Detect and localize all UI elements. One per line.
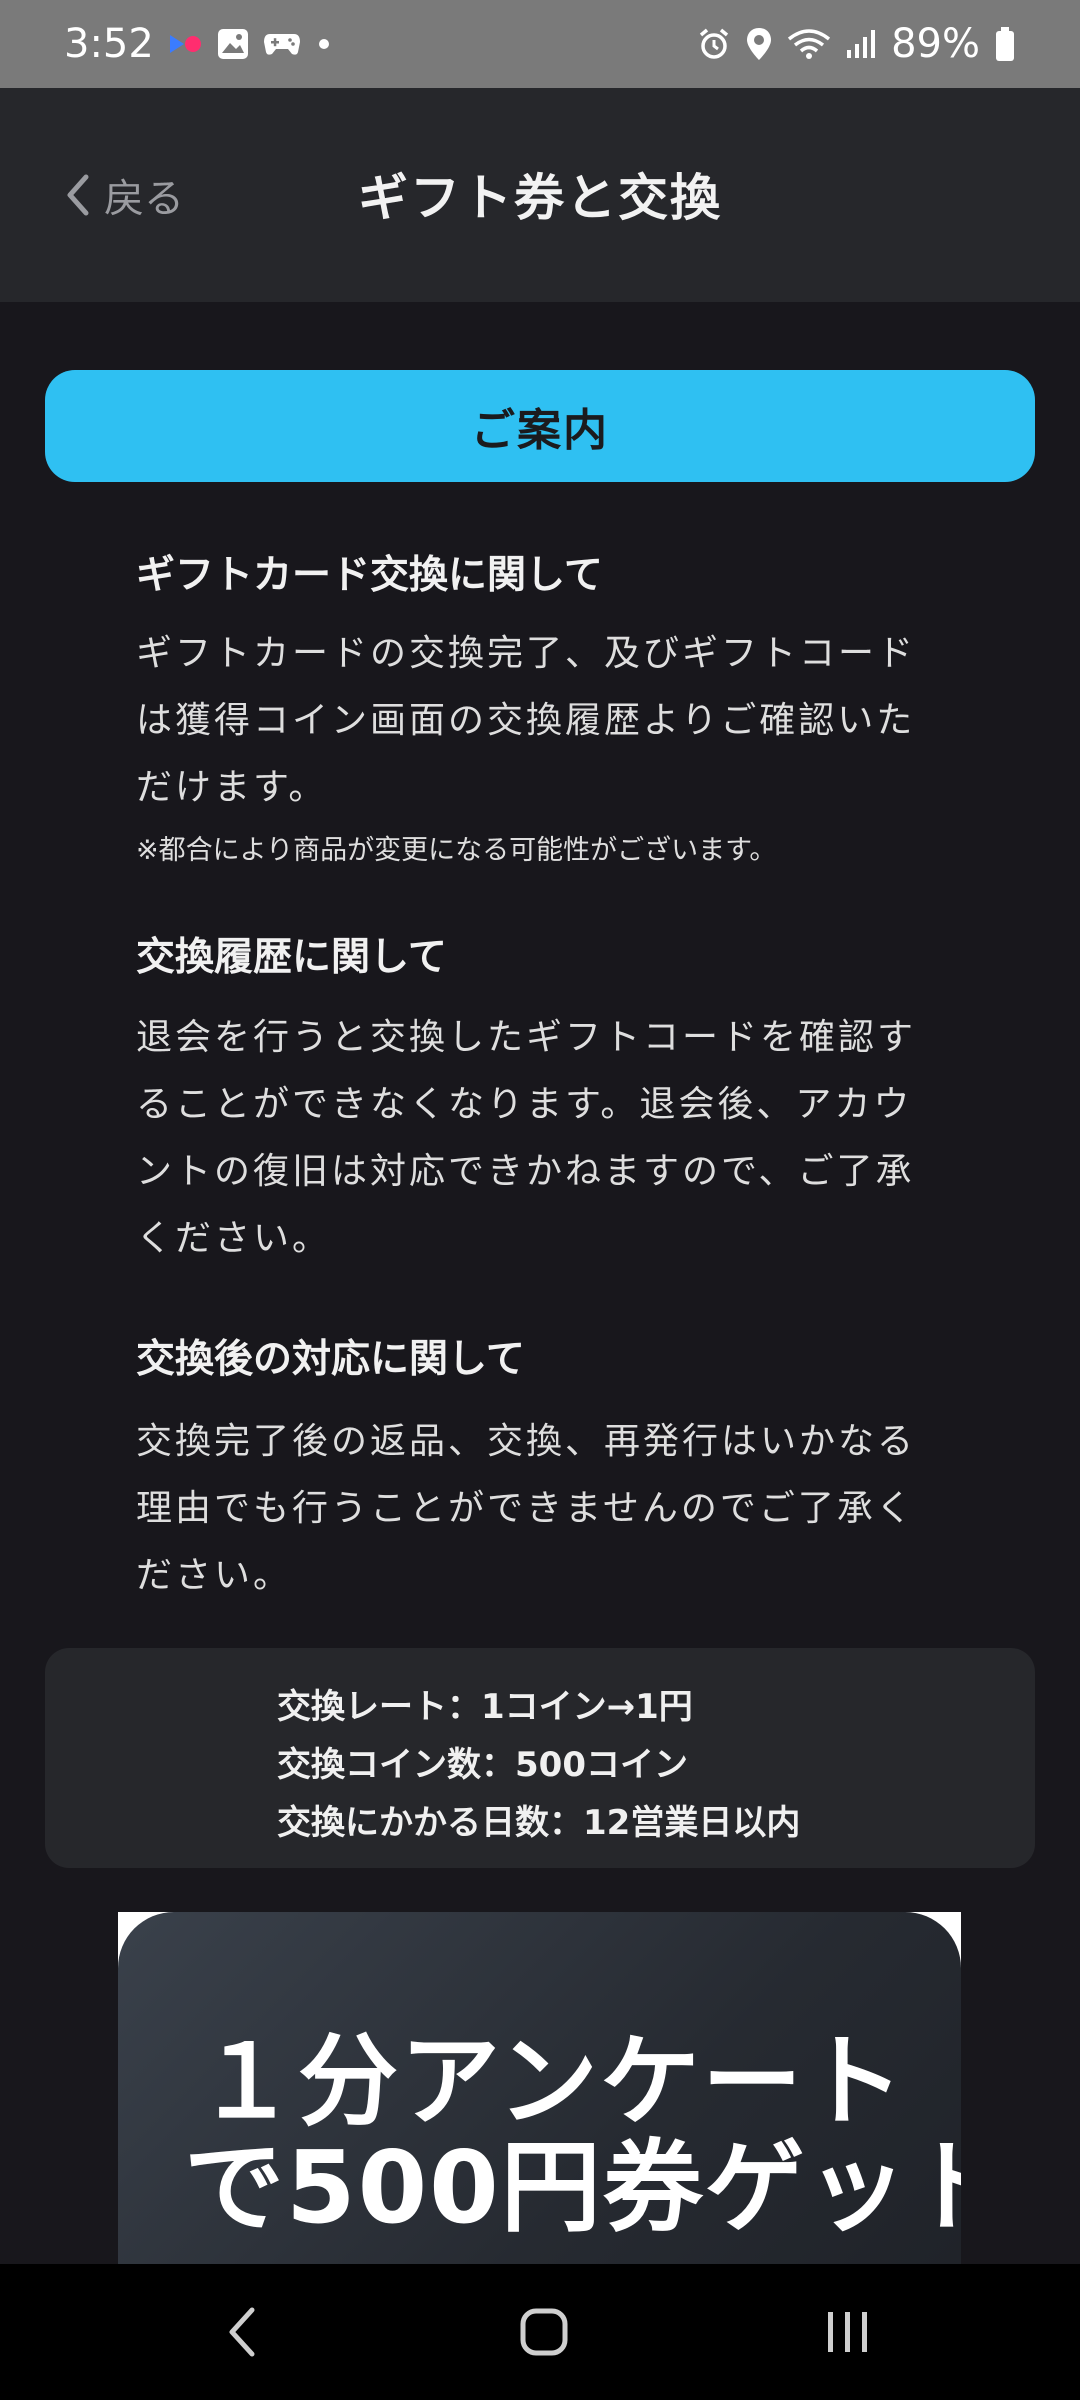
page-title: ギフト券と交換 xyxy=(358,169,722,227)
dot-icon xyxy=(314,34,334,54)
status-time: 3:52 xyxy=(64,21,154,67)
section-body-line: 退会を行うと交換したギフトコードを確認す xyxy=(136,1017,917,1058)
section-body-line: 理由でも行うことができませんのでご了承く xyxy=(136,1488,915,1529)
nav-back-button[interactable] xyxy=(212,2302,272,2362)
section-after-exchange: 交換後の対応に関して xyxy=(136,1328,525,1384)
section-heading: ギフトカード交換に関して xyxy=(136,553,603,598)
nav-back-icon xyxy=(224,2306,260,2358)
section-history-body: 退会を行うと交換したギフトコードを確認す ることができなくなります。退会後、アカ… xyxy=(136,1004,966,1272)
section-body-line: ギフトカードの交換完了、及びギフトコード xyxy=(136,633,917,674)
survey-ad-background: １分アンケート で500円券ゲット xyxy=(118,1912,961,2264)
section-gift-card: ギフトカード交換に関して xyxy=(136,544,603,600)
section-body-line: ください。 xyxy=(136,1218,332,1259)
guide-banner[interactable]: ご案内 xyxy=(45,370,1035,482)
section-body-line: ださい。 xyxy=(136,1555,293,1596)
section-body-line: ることができなくなります。退会後、アカウ xyxy=(136,1084,913,1125)
section-heading: 交換履歴に関して xyxy=(136,935,447,980)
section-history: 交換履歴に関して xyxy=(136,926,447,982)
section-note: ※都合により商品が変更になる可能性がございます。 xyxy=(136,828,776,867)
app-header: 戻る ギフト券と交換 xyxy=(0,88,1080,302)
section-body-line: だけます。 xyxy=(136,767,328,808)
section-heading: 交換後の対応に関して xyxy=(136,1337,525,1382)
gallery-icon xyxy=(216,27,250,61)
survey-ad-banner[interactable]: １分アンケート で500円券ゲット xyxy=(118,1912,961,2264)
section-body-line: 交換完了後の返品、交換、再発行はいかなる xyxy=(136,1421,917,1462)
section-after-exchange-body: 交換完了後の返品、交換、再発行はいかなる 理由でも行うことができませんのでご了承… xyxy=(136,1408,966,1609)
nav-home-button[interactable] xyxy=(514,2302,574,2362)
guide-label: ご案内 xyxy=(471,405,609,456)
section-gift-card-body: ギフトカードの交換完了、及びギフトコード は獲得コイン画面の交換履歴よりご確認い… xyxy=(136,620,966,821)
alarm-icon xyxy=(697,27,731,61)
note-text: ※都合により商品が変更になる可能性がございます。 xyxy=(136,835,777,866)
nav-recents-button[interactable] xyxy=(818,2302,878,2362)
exchange-info-box: 交換レート：1コイン→1円 交換コイン数：500コイン 交換にかかる日数：12営… xyxy=(45,1648,1035,1868)
location-icon xyxy=(745,26,773,62)
ad-headline-line2: で500円券ゲット xyxy=(184,2129,961,2246)
nav-home-icon xyxy=(518,2306,570,2358)
exchange-info-lines: 交換レート：1コイン→1円 交換コイン数：500コイン 交換にかかる日数：12営… xyxy=(277,1678,800,1852)
nav-recents-icon xyxy=(822,2306,874,2358)
app-logo-icon xyxy=(168,32,204,56)
section-body-line: は獲得コイン画面の交換履歴よりご確認いた xyxy=(136,700,916,741)
status-left-icons xyxy=(168,27,334,61)
signal-icon xyxy=(845,28,877,60)
battery-icon xyxy=(994,26,1016,62)
battery-percent: 89% xyxy=(891,21,980,67)
exchange-coins: 交換コイン数：500コイン xyxy=(277,1745,688,1785)
screen: 3:52 89% 戻る ギフト券と交換 ご案内 ギフトカード交換に関して ギフト… xyxy=(0,0,1080,2400)
status-bar: 3:52 89% xyxy=(0,0,1080,88)
system-nav-bar xyxy=(0,2264,1080,2400)
status-right-icons: 89% xyxy=(697,21,1016,67)
section-body-line: ントの復旧は対応できかねますので、ご了承 xyxy=(136,1151,915,1192)
exchange-rate: 交換レート：1コイン→1円 xyxy=(277,1687,693,1727)
wifi-icon xyxy=(787,27,831,61)
gamepad-icon xyxy=(262,30,302,58)
exchange-days: 交換にかかる日数：12営業日以内 xyxy=(277,1803,801,1843)
